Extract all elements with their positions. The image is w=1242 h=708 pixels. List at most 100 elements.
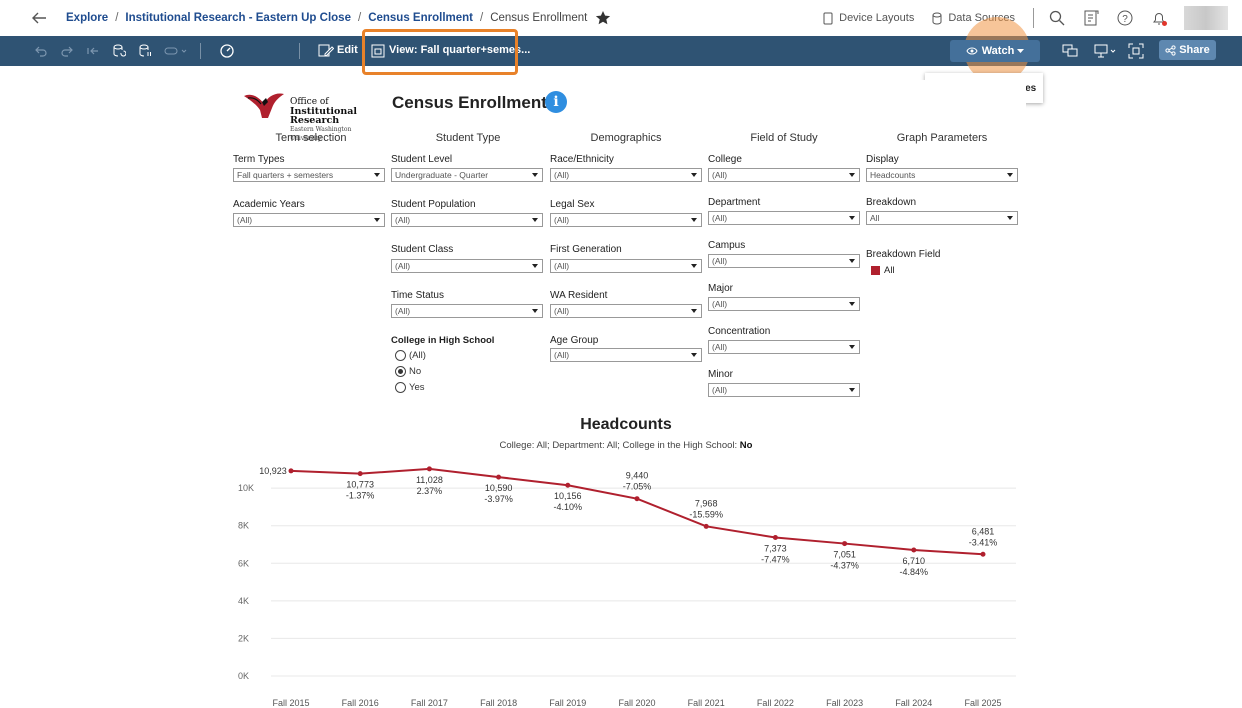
wa-resident-label: WA Resident: [550, 290, 608, 301]
data-point: [426, 466, 432, 472]
chevron-down-icon: [691, 309, 697, 313]
campus-value: (All): [712, 256, 728, 266]
x-tick-label: Fall 2020: [618, 698, 655, 708]
pct-change-label: -4.37%: [830, 561, 859, 571]
legal-sex-value: (All): [554, 215, 570, 225]
time-status-dropdown[interactable]: (All): [391, 304, 543, 318]
chs-option-all[interactable]: (All): [395, 350, 426, 361]
radio-button: [395, 382, 406, 393]
breadcrumb-explore[interactable]: Explore: [66, 12, 108, 24]
x-tick-label: Fall 2021: [688, 698, 725, 708]
breadcrumb-workbook[interactable]: Census Enrollment: [368, 12, 473, 24]
chevron-down-icon: [374, 173, 380, 177]
x-tick-label: Fall 2015: [272, 698, 309, 708]
chs-option-all-label: (All): [409, 350, 426, 361]
term-types-dropdown[interactable]: Fall quarters + semesters: [233, 168, 385, 182]
x-tick-label: Fall 2025: [964, 698, 1001, 708]
notifications-bell-icon[interactable]: [1150, 9, 1168, 27]
chs-option-yes[interactable]: Yes: [395, 382, 425, 393]
search-icon[interactable]: [1048, 9, 1066, 27]
student-population-dropdown[interactable]: (All): [391, 213, 543, 227]
chart-title: Headcounts: [580, 416, 672, 433]
age-group-dropdown[interactable]: (All): [550, 348, 702, 362]
department-dropdown[interactable]: (All): [708, 211, 860, 225]
legend-item-label: All: [884, 265, 895, 276]
breadcrumb: Explore / Institutional Research - Easte…: [66, 10, 611, 26]
college-in-high-school-label: College in High School: [391, 335, 495, 346]
favorite-star-icon[interactable]: [595, 10, 611, 26]
share-button[interactable]: Share: [1159, 40, 1216, 60]
column-heading-term: Term selection: [275, 132, 347, 144]
pct-change-label: -4.84%: [900, 567, 929, 577]
undo-icon[interactable]: [34, 43, 48, 59]
redo-icon[interactable]: [60, 43, 74, 59]
race-ethnicity-dropdown[interactable]: (All): [550, 168, 702, 182]
data-sources-link[interactable]: Data Sources: [932, 12, 1015, 25]
help-icon[interactable]: ?: [1116, 9, 1134, 27]
college-value: (All): [712, 170, 728, 180]
student-class-dropdown[interactable]: (All): [391, 259, 543, 273]
major-dropdown[interactable]: (All): [708, 297, 860, 311]
data-point: [288, 468, 294, 474]
tablet-icon: [823, 12, 833, 25]
watch-button[interactable]: Watch: [950, 40, 1040, 62]
edit-button-label[interactable]: Edit: [337, 44, 358, 56]
pause-updates-icon[interactable]: [138, 43, 152, 59]
breadcrumb-project[interactable]: Institutional Research - Eastern Up Clos…: [125, 12, 351, 24]
chevron-down-icon: [532, 309, 538, 313]
download-presentation-icon[interactable]: [1094, 43, 1118, 59]
wa-resident-dropdown[interactable]: (All): [550, 304, 702, 318]
age-group-label: Age Group: [550, 335, 599, 346]
first-generation-label: First Generation: [550, 244, 622, 255]
campus-dropdown[interactable]: (All): [708, 254, 860, 268]
data-point: [980, 551, 986, 557]
college-dropdown[interactable]: (All): [708, 168, 860, 182]
concentration-dropdown[interactable]: (All): [708, 340, 860, 354]
student-level-dropdown[interactable]: Undergraduate - Quarter: [391, 168, 543, 182]
revert-icon[interactable]: [86, 43, 100, 59]
major-label: Major: [708, 283, 734, 294]
toolbar-divider: [200, 43, 201, 59]
refresh-data-icon[interactable]: [112, 43, 126, 59]
data-label: 10,773: [346, 480, 374, 490]
minor-dropdown[interactable]: (All): [708, 383, 860, 397]
info-icon[interactable]: i: [545, 91, 567, 113]
chevron-down-icon: [849, 216, 855, 220]
wa-resident-value: (All): [554, 306, 570, 316]
breakdown-value: All: [870, 213, 880, 223]
document-icon[interactable]: [1082, 9, 1100, 27]
breadcrumb-current-view: Census Enrollment: [490, 12, 588, 24]
data-label: 10,156: [554, 491, 582, 501]
edit-pencil-icon[interactable]: [318, 43, 334, 59]
student-population-value: (All): [395, 215, 411, 225]
data-point: [911, 547, 917, 553]
department-label: Department: [708, 197, 761, 208]
race-ethnicity-value: (All): [554, 170, 570, 180]
device-layouts-link[interactable]: Device Layouts: [823, 12, 914, 25]
chevron-down-icon: [691, 353, 697, 357]
x-tick-label: Fall 2019: [549, 698, 586, 708]
chs-option-no[interactable]: No: [395, 366, 421, 377]
performance-timer-icon[interactable]: [219, 43, 235, 59]
y-tick-label: 6K: [238, 558, 249, 568]
display-dropdown[interactable]: Headcounts: [866, 168, 1018, 182]
breakdown-dropdown[interactable]: All: [866, 211, 1018, 225]
academic-years-dropdown[interactable]: (All): [233, 213, 385, 227]
legal-sex-dropdown[interactable]: (All): [550, 213, 702, 227]
back-arrow-icon[interactable]: [30, 9, 48, 27]
first-generation-dropdown[interactable]: (All): [550, 259, 702, 273]
pct-change-label: -7.05%: [623, 482, 652, 492]
auto-update-toggle-icon[interactable]: [164, 43, 188, 59]
department-value: (All): [712, 213, 728, 223]
radio-button-selected: [395, 366, 406, 377]
chevron-down-icon: [532, 218, 538, 222]
chevron-down-icon: [374, 218, 380, 222]
y-tick-label: 10K: [238, 483, 254, 493]
chart-subtitle-value: No: [739, 440, 753, 451]
user-avatar[interactable]: [1184, 6, 1228, 30]
fullscreen-icon[interactable]: [1128, 43, 1144, 59]
pct-change-label: -3.97%: [484, 494, 513, 504]
breakdown-label: Breakdown: [866, 197, 917, 208]
watch-button-label: Watch: [981, 45, 1015, 57]
comments-icon[interactable]: [1062, 43, 1078, 59]
